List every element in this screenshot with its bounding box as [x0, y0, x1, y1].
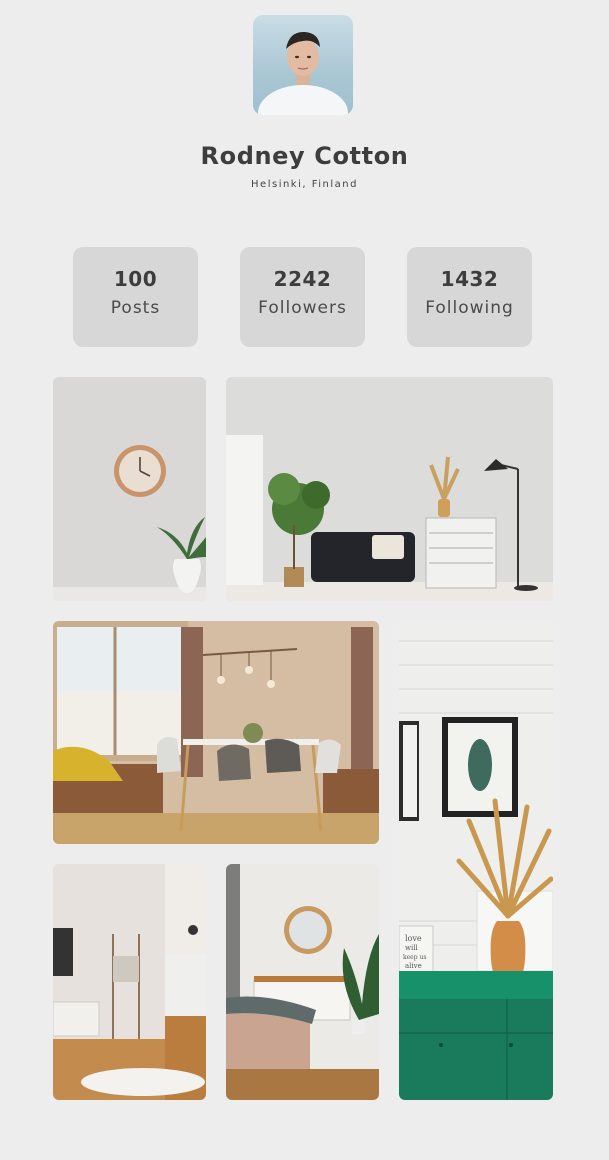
- gallery-photo-pampas[interactable]: love will keep us alive: [399, 621, 553, 1100]
- stat-posts-label: Posts: [110, 298, 161, 318]
- profile-avatar[interactable]: [253, 15, 353, 115]
- stat-following[interactable]: 1432 Following: [407, 247, 532, 347]
- stat-following-label: Following: [425, 298, 514, 318]
- stat-followers[interactable]: 2242 Followers: [240, 247, 365, 347]
- gallery-photo-bedroom[interactable]: [226, 864, 379, 1100]
- gallery-photo-clock[interactable]: [53, 377, 206, 601]
- stat-posts[interactable]: 100 Posts: [73, 247, 198, 347]
- sign-text-line-4: alive: [405, 962, 422, 970]
- gallery-photo-hallway[interactable]: [53, 864, 206, 1100]
- stat-followers-label: Followers: [258, 298, 347, 318]
- stat-following-value: 1432: [440, 267, 499, 291]
- sign-text-line-1: love: [405, 934, 422, 943]
- gallery-photo-living-room[interactable]: [226, 377, 553, 601]
- profile-location: Helsinki, Finland: [251, 179, 358, 190]
- stat-posts-value: 100: [113, 267, 158, 291]
- profile-name: Rodney Cotton: [200, 142, 409, 170]
- stat-followers-value: 2242: [273, 267, 332, 291]
- sign-text-line-2: will: [405, 944, 418, 952]
- gallery-photo-dining-room[interactable]: [53, 621, 379, 844]
- sign-text-line-3: keep us: [403, 954, 426, 961]
